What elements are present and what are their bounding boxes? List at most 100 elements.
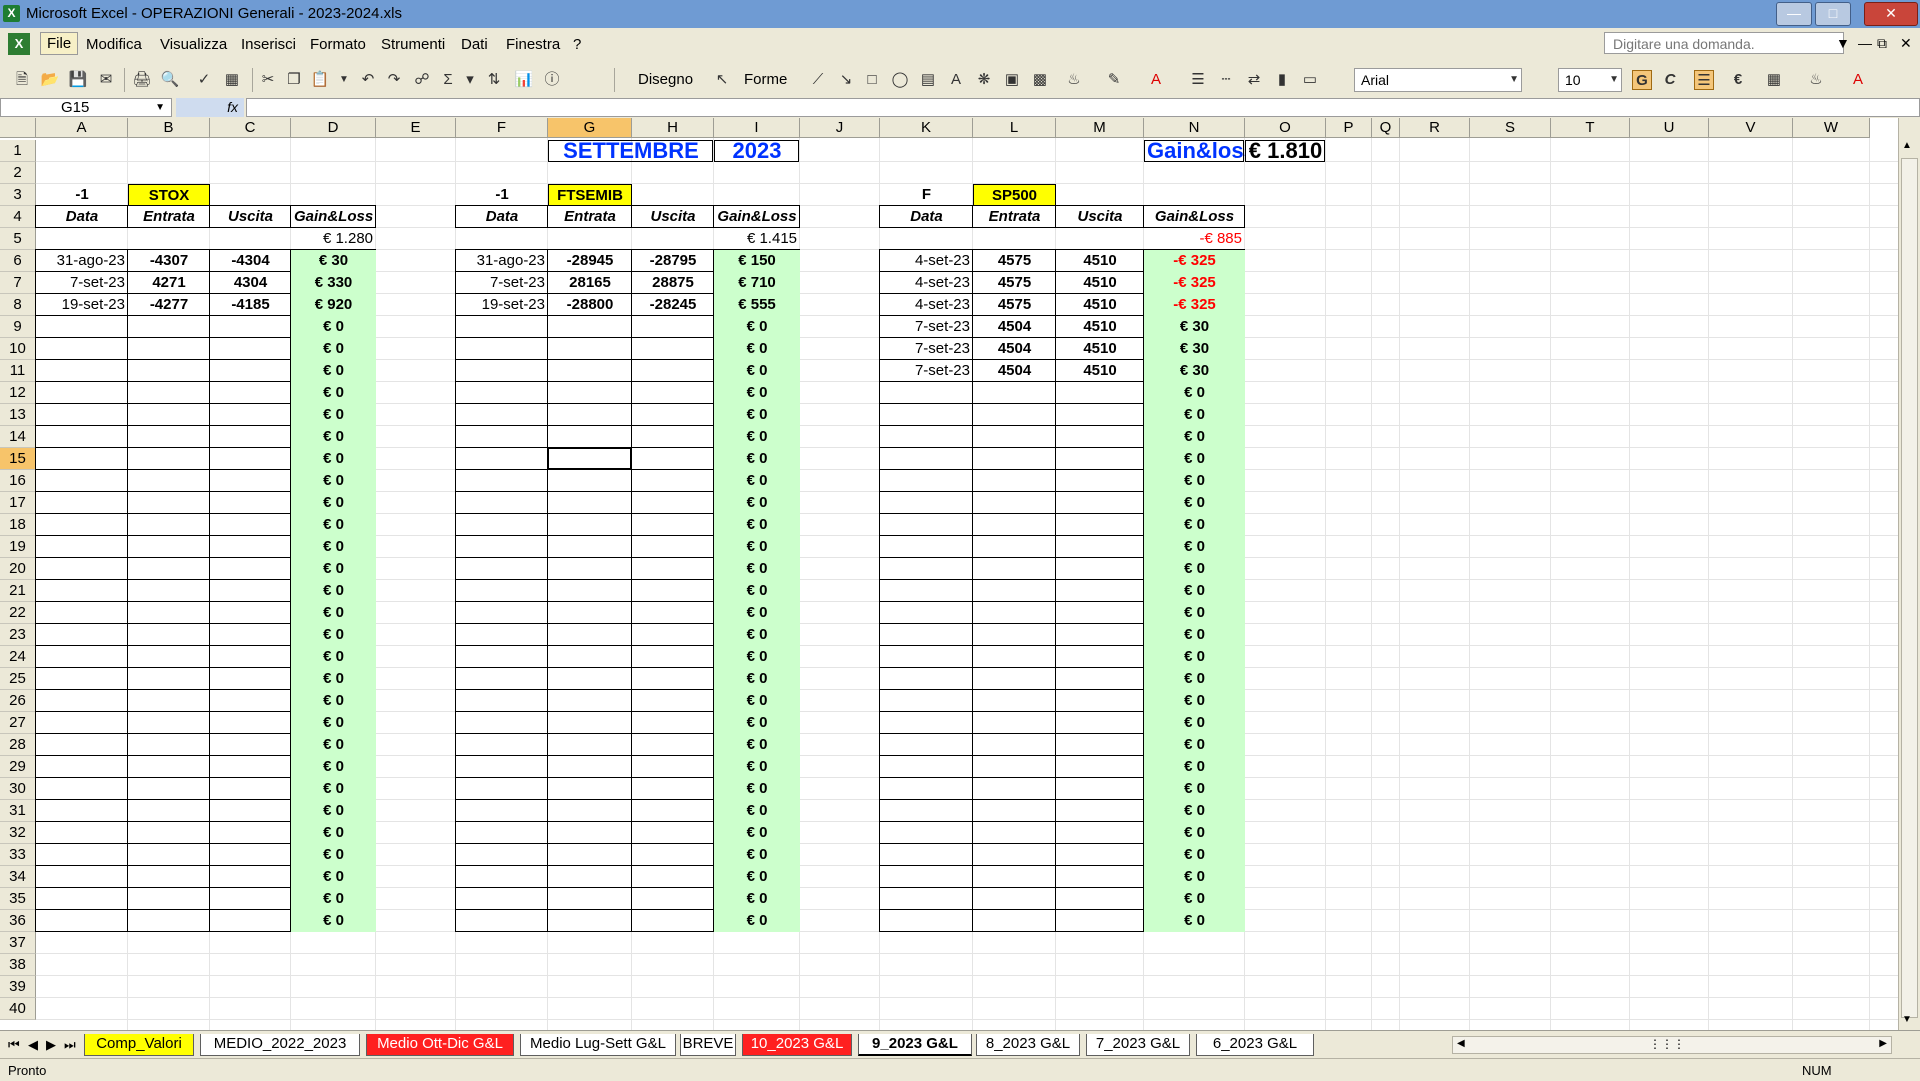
column-header-o[interactable]: O [1245, 118, 1326, 138]
trade-date-2-5[interactable]: 7-set-23 [880, 360, 973, 382]
borders-icon[interactable]: ▦ [1764, 70, 1784, 90]
fill-color-icon[interactable]: ♨ [1064, 70, 1084, 90]
row-header-9[interactable]: 9 [0, 316, 36, 338]
trade-gl-2-1[interactable]: -€ 325 [1144, 272, 1245, 294]
trade-gl-0-24[interactable]: € 0 [291, 778, 376, 800]
trade-entry-1-2[interactable]: -28800 [548, 294, 632, 316]
font-color-icon[interactable]: A [1146, 70, 1166, 90]
trade-gl-1-17[interactable]: € 0 [714, 624, 800, 646]
trade-gl-2-22[interactable]: € 0 [1144, 734, 1245, 756]
row-header-33[interactable]: 33 [0, 844, 36, 866]
trade-gl-2-0[interactable]: -€ 325 [1144, 250, 1245, 272]
autosum-arrow-icon[interactable]: ▾ [460, 70, 480, 90]
row-header-25[interactable]: 25 [0, 668, 36, 690]
trade-gl-1-15[interactable]: € 0 [714, 580, 800, 602]
trade-gl-2-19[interactable]: € 0 [1144, 668, 1245, 690]
trade-date-1-1[interactable]: 7-set-23 [456, 272, 548, 294]
block-header-0-0[interactable]: Data [36, 206, 128, 228]
column-header-r[interactable]: R [1400, 118, 1470, 138]
year-cell[interactable]: 2023 [714, 140, 800, 162]
scroll-up-icon[interactable]: ▲ [1902, 140, 1912, 151]
italic-button[interactable]: C [1660, 70, 1680, 90]
trade-entry-2-2[interactable]: 4575 [973, 294, 1056, 316]
select-all-corner[interactable] [0, 118, 36, 138]
row-header-6[interactable]: 6 [0, 250, 36, 272]
menu-inserisci[interactable]: Inserisci [241, 36, 296, 53]
bold-button[interactable]: G [1632, 70, 1652, 90]
trade-gl-2-10[interactable]: € 0 [1144, 470, 1245, 492]
wordart-icon[interactable]: A [946, 70, 966, 90]
trade-gl-1-16[interactable]: € 0 [714, 602, 800, 624]
trade-date-2-1[interactable]: 4-set-23 [880, 272, 973, 294]
textbox-icon[interactable]: ▤ [918, 70, 938, 90]
spelling-icon[interactable]: ✓ [194, 70, 214, 90]
row-header-16[interactable]: 16 [0, 470, 36, 492]
shadow-icon[interactable]: ▮ [1272, 70, 1292, 90]
trade-entry-0-0[interactable]: -4307 [128, 250, 210, 272]
row-header-37[interactable]: 37 [0, 932, 36, 954]
row-header-27[interactable]: 27 [0, 712, 36, 734]
hyperlink-icon[interactable]: ☍ [412, 70, 432, 90]
line-icon[interactable]: ⟋ [808, 70, 828, 90]
trade-gl-2-26[interactable]: € 0 [1144, 822, 1245, 844]
trade-gl-2-13[interactable]: € 0 [1144, 536, 1245, 558]
chevron-down-icon[interactable]: ▼ [1836, 35, 1850, 51]
trade-gl-0-25[interactable]: € 0 [291, 800, 376, 822]
trade-gl-1-6[interactable]: € 0 [714, 382, 800, 404]
trade-gl-2-28[interactable]: € 0 [1144, 866, 1245, 888]
trade-gl-2-11[interactable]: € 0 [1144, 492, 1245, 514]
column-header-k[interactable]: K [880, 118, 973, 138]
trade-gl-0-5[interactable]: € 0 [291, 360, 376, 382]
column-header-w[interactable]: W [1793, 118, 1870, 138]
trade-gl-0-18[interactable]: € 0 [291, 646, 376, 668]
doc-minimize-icon[interactable]: — [1858, 35, 1872, 51]
trade-gl-1-19[interactable]: € 0 [714, 668, 800, 690]
scroll-left-icon[interactable]: ◀ [1457, 1038, 1465, 1049]
trade-gl-2-25[interactable]: € 0 [1144, 800, 1245, 822]
select-pointer-icon[interactable]: ↖ [712, 70, 732, 90]
column-header-a[interactable]: A [36, 118, 128, 138]
sheet-tab-6[interactable]: 9_2023 G&L [858, 1034, 972, 1056]
row-header-8[interactable]: 8 [0, 294, 36, 316]
line-style-icon[interactable]: ☰ [1188, 70, 1208, 90]
shapes-menu[interactable]: Forme [744, 71, 787, 88]
block-name-0[interactable]: STOX [128, 184, 210, 206]
permission-icon[interactable]: ✉ [96, 70, 116, 90]
trade-date-1-2[interactable]: 19-set-23 [456, 294, 548, 316]
trade-gl-1-18[interactable]: € 0 [714, 646, 800, 668]
column-header-t[interactable]: T [1551, 118, 1630, 138]
trade-gl-1-14[interactable]: € 0 [714, 558, 800, 580]
trade-gl-0-19[interactable]: € 0 [291, 668, 376, 690]
trade-entry-1-1[interactable]: 28165 [548, 272, 632, 294]
row-header-5[interactable]: 5 [0, 228, 36, 250]
trade-entry-0-2[interactable]: -4277 [128, 294, 210, 316]
trade-exit-2-3[interactable]: 4510 [1056, 316, 1144, 338]
trade-date-2-0[interactable]: 4-set-23 [880, 250, 973, 272]
trade-date-0-0[interactable]: 31-ago-23 [36, 250, 128, 272]
trade-gl-0-9[interactable]: € 0 [291, 448, 376, 470]
column-header-n[interactable]: N [1144, 118, 1245, 138]
trade-gl-1-25[interactable]: € 0 [714, 800, 800, 822]
paste-icon[interactable]: 📋 [310, 70, 330, 90]
row-header-14[interactable]: 14 [0, 426, 36, 448]
trade-gl-1-23[interactable]: € 0 [714, 756, 800, 778]
row-header-28[interactable]: 28 [0, 734, 36, 756]
paste-options-arrow-icon[interactable]: ▼ [334, 70, 354, 90]
research-icon[interactable]: ▦ [222, 70, 242, 90]
trade-gl-0-16[interactable]: € 0 [291, 602, 376, 624]
trade-gl-1-21[interactable]: € 0 [714, 712, 800, 734]
row-header-21[interactable]: 21 [0, 580, 36, 602]
block-header-2-3[interactable]: Gain&Loss [1144, 206, 1245, 228]
vertical-scrollbar[interactable]: ▲ ▼ [1898, 118, 1920, 1030]
row-header-38[interactable]: 38 [0, 954, 36, 976]
block-total-2[interactable]: -€ 885 [1144, 228, 1245, 250]
trade-gl-0-0[interactable]: € 30 [291, 250, 376, 272]
sheet-tab-2[interactable]: Medio Ott-Dic G&L [366, 1034, 514, 1056]
column-header-s[interactable]: S [1470, 118, 1551, 138]
trade-date-0-1[interactable]: 7-set-23 [36, 272, 128, 294]
trade-gl-1-29[interactable]: € 0 [714, 888, 800, 910]
trade-gl-2-21[interactable]: € 0 [1144, 712, 1245, 734]
trade-date-2-3[interactable]: 7-set-23 [880, 316, 973, 338]
trade-gl-1-11[interactable]: € 0 [714, 492, 800, 514]
trade-date-0-2[interactable]: 19-set-23 [36, 294, 128, 316]
